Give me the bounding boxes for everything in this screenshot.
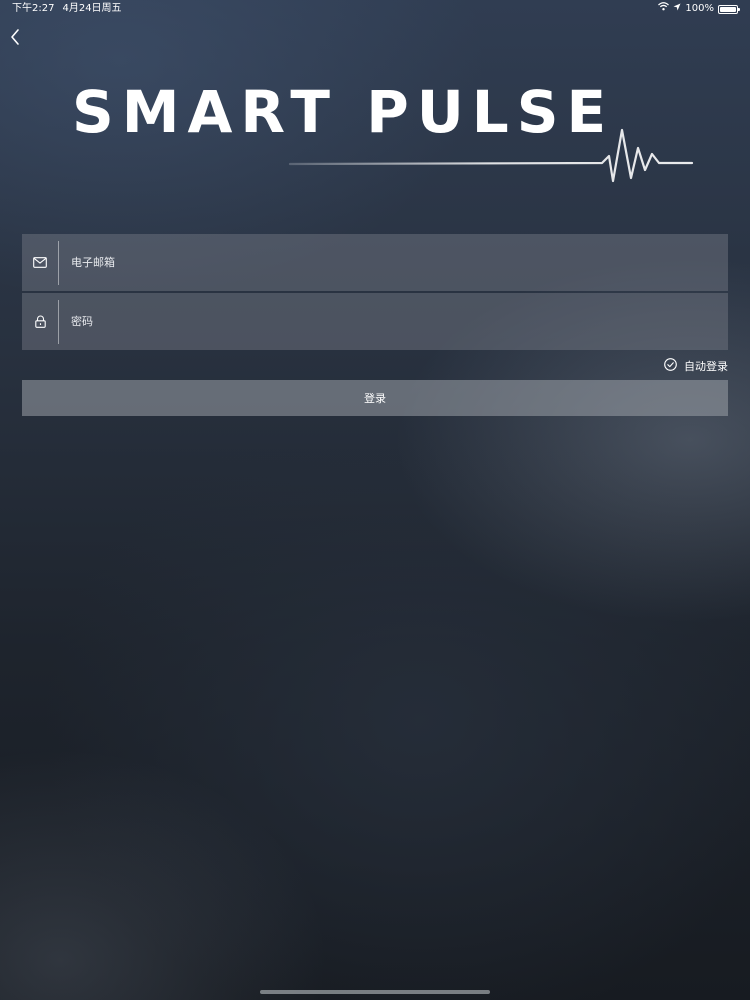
status-left: 下午2:27 4月24日周五 [12,0,122,18]
login-form: 自动登录 登录 [22,233,728,416]
status-date: 4月24日周五 [62,3,122,14]
status-right: 100% [658,0,740,18]
back-button[interactable] [4,24,28,50]
wifi-icon [658,0,670,18]
battery-level [720,6,736,12]
status-bar: 下午2:27 4月24日周五 100% [0,0,750,18]
lock-icon [22,315,58,328]
smart-pulse-logo: SMART PULSE [72,80,694,190]
auto-login-toggle[interactable]: 自动登录 [22,358,728,374]
email-field-row [22,233,728,292]
email-input[interactable] [59,233,728,292]
password-input[interactable] [59,292,728,351]
mail-icon [22,257,58,268]
status-time: 下午2:27 [12,3,55,14]
home-indicator[interactable] [260,990,490,994]
password-field-row [22,292,728,351]
battery-icon [718,4,740,14]
location-icon [673,0,681,18]
login-button[interactable]: 登录 [22,380,728,416]
check-circle-icon [664,358,677,374]
chevron-left-icon [11,29,19,45]
pulse-line-icon [288,128,694,183]
auto-login-label: 自动登录 [684,360,728,373]
battery-percent: 100% [685,3,714,14]
